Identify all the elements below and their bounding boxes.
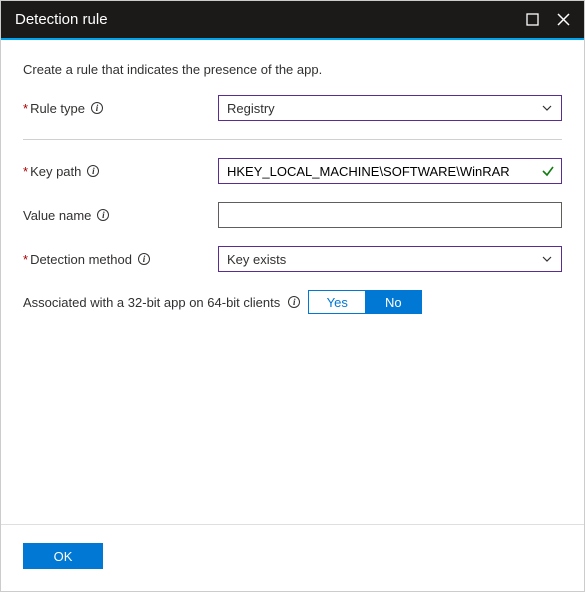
label-rule-type: *Rule type i [23,101,218,116]
header-actions [526,13,570,26]
checkmark-icon [541,164,555,178]
row-assoc-32bit: Associated with a 32-bit app on 64-bit c… [23,290,562,314]
dialog-content: Create a rule that indicates the presenc… [1,40,584,524]
value-name-input[interactable] [227,203,553,227]
close-icon[interactable] [557,13,570,26]
rule-type-select[interactable]: Registry [218,95,562,121]
info-icon[interactable]: i [87,165,99,177]
detection-method-select[interactable]: Key exists [218,246,562,272]
dialog-description: Create a rule that indicates the presenc… [23,62,562,77]
label-value-name: Value name i [23,208,218,223]
info-icon[interactable]: i [288,296,300,308]
row-key-path: *Key path i [23,158,562,184]
toggle-no[interactable]: No [365,291,421,313]
dialog-title: Detection rule [15,11,108,28]
toggle-yes[interactable]: Yes [309,291,365,313]
assoc-32bit-toggle: Yes No [308,290,422,314]
key-path-input-wrapper [218,158,562,184]
divider [23,139,562,140]
dialog-footer: OK [1,524,584,591]
maximize-icon[interactable] [526,13,539,26]
row-value-name: Value name i [23,202,562,228]
chevron-down-icon [541,253,553,265]
chevron-down-icon [541,102,553,114]
label-key-path: *Key path i [23,164,218,179]
dialog-header: Detection rule [1,1,584,40]
label-detection-method: *Detection method i [23,252,218,267]
row-rule-type: *Rule type i Registry [23,95,562,121]
info-icon[interactable]: i [97,209,109,221]
ok-button[interactable]: OK [23,543,103,569]
row-detection-method: *Detection method i Key exists [23,246,562,272]
info-icon[interactable]: i [138,253,150,265]
value-name-input-wrapper [218,202,562,228]
info-icon[interactable]: i [91,102,103,114]
key-path-input[interactable] [227,159,533,183]
label-assoc-32bit: Associated with a 32-bit app on 64-bit c… [23,295,280,310]
